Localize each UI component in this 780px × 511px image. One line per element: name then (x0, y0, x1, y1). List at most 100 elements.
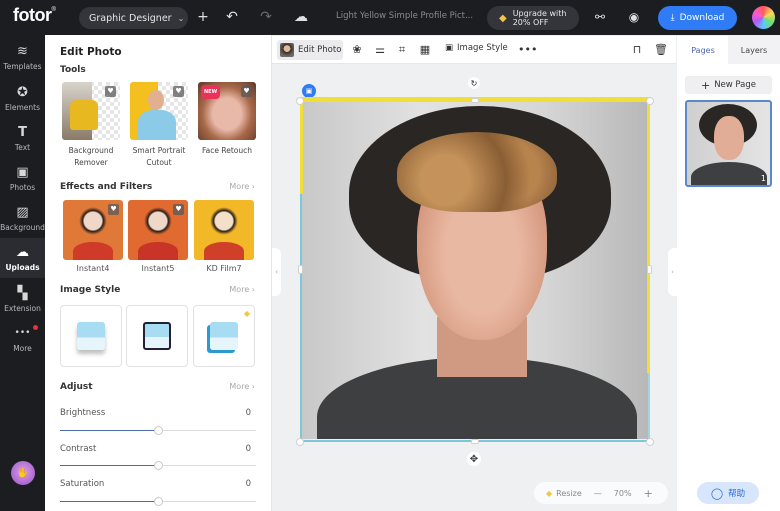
plus-icon: + (700, 78, 711, 92)
nav-templates[interactable]: ≋ Templates (0, 37, 45, 77)
contrast-slider[interactable] (60, 461, 256, 470)
resize-handle-top[interactable] (471, 98, 479, 103)
collapse-left-panel[interactable]: ‹ (272, 248, 281, 296)
image-style-shadow[interactable] (60, 305, 122, 367)
upgrade-button[interactable]: ◆ Upgrade with 20% OFF (487, 6, 579, 30)
effects-more-link[interactable]: More › (229, 182, 255, 191)
nav-label: Uploads (5, 262, 40, 272)
favorite-icon[interactable]: ♥ (173, 86, 184, 97)
preview-eye-icon[interactable]: ◉ (626, 9, 642, 25)
share-icon[interactable]: ⚯ (592, 9, 608, 25)
filter-kd-film7[interactable]: KD Film7 (194, 200, 254, 273)
cloud-saved-icon[interactable]: ☁ (293, 9, 309, 25)
resize-handle-bottom[interactable] (471, 439, 479, 444)
image-style-border[interactable] (126, 305, 188, 367)
image-style-more-link[interactable]: More › (229, 285, 255, 294)
download-icon: ⤓ (670, 13, 675, 23)
cloud-upload-icon: ☁ (16, 244, 29, 260)
nav-text[interactable]: T Text (0, 118, 45, 158)
nav-background[interactable]: ▨ Background (0, 198, 45, 238)
tab-layers[interactable]: Layers (728, 36, 780, 64)
edit-photo-button[interactable]: Edit Photo (277, 40, 343, 60)
contrast-row: Contrast 0 (60, 444, 256, 454)
tool-face-retouch[interactable]: NEW ♥ Face Retouch (198, 82, 256, 157)
new-page-button[interactable]: + New Page (685, 76, 772, 94)
crop-icon[interactable]: ⌗ (395, 43, 409, 57)
resize-handle-bottom-right[interactable] (646, 438, 654, 446)
nav-elements[interactable]: ✪ Elements (0, 78, 45, 118)
redo-icon[interactable]: ↷ (258, 9, 274, 25)
nav-more[interactable]: ••• More (0, 319, 45, 359)
edit-photo-panel: Edit Photo Tools ♥ Background Remover ♥ … (45, 35, 272, 511)
zoom-level[interactable]: 70% (614, 489, 632, 498)
tool-label-line1: Face Retouch (202, 146, 252, 155)
resize-button[interactable]: Resize (556, 489, 582, 498)
brightness-value[interactable]: 0 (246, 408, 251, 418)
star-circle-icon: ✪ (17, 84, 28, 100)
favorite-icon[interactable]: ♥ (241, 86, 252, 97)
slider-knob[interactable] (154, 497, 163, 506)
contrast-value[interactable]: 0 (246, 444, 251, 454)
effects-title: Effects and Filters (60, 182, 153, 192)
undo-icon[interactable]: ↶ (224, 9, 240, 25)
zoom-in-icon[interactable]: + (644, 487, 653, 500)
saturation-slider[interactable] (60, 497, 256, 506)
tab-pages[interactable]: Pages (677, 36, 729, 64)
top-bar: fotor® Graphic Designer ⌄ + ↶ ↷ ☁ Light … (0, 0, 780, 35)
move-handle-icon[interactable]: ✥ (467, 452, 481, 466)
zoom-out-icon[interactable]: — (594, 489, 602, 498)
nav-label: Photos (9, 182, 36, 192)
slider-knob[interactable] (154, 426, 163, 435)
resize-handle-top-right[interactable] (646, 97, 654, 105)
help-button[interactable]: ◯ 帮助 (697, 482, 759, 504)
more-options-icon[interactable]: ••• (518, 43, 537, 56)
resize-handle-bottom-left[interactable] (296, 438, 304, 446)
resize-handle-top-left[interactable] (296, 97, 304, 105)
filter-instant5[interactable]: ♥ Instant5 (128, 200, 188, 273)
image-style-button[interactable]: ▣ Image Style (445, 43, 508, 53)
page-thumbnail[interactable]: 1 (685, 100, 772, 187)
favorite-icon[interactable]: ♥ (173, 204, 184, 215)
slider-knob[interactable] (154, 461, 163, 470)
resize-handle-right[interactable] (647, 265, 652, 274)
brightness-slider[interactable] (60, 426, 256, 435)
image-style-offset[interactable]: ◆ (193, 305, 255, 367)
trash-icon[interactable]: 🗑 (654, 43, 668, 56)
filter-circles-icon[interactable]: ❀ (350, 43, 364, 56)
document-title[interactable]: Light Yellow Simple Profile Pict... (336, 11, 473, 21)
page-number: 1 (760, 174, 766, 183)
image-replace-icon[interactable]: ▣ (302, 84, 316, 98)
photo-thumbnail-icon (280, 43, 294, 57)
filter-instant4[interactable]: ♥ Instant4 (63, 200, 123, 273)
fotor-logo[interactable]: fotor® (13, 5, 56, 26)
tool-smart-portrait-cutout[interactable]: ♥ Smart Portrait Cutout (130, 82, 188, 169)
download-button[interactable]: ⤓ Download (658, 6, 737, 30)
chevron-right-icon: › (671, 268, 674, 276)
transparency-icon[interactable]: ▦ (418, 43, 432, 56)
nav-photos[interactable]: ▣ Photos (0, 158, 45, 198)
selected-photo[interactable] (296, 97, 654, 446)
brightness-label: Brightness (60, 408, 106, 418)
favorite-icon[interactable]: ♥ (105, 86, 116, 97)
download-label: Download (679, 13, 725, 23)
smart-portrait-thumb: ♥ (130, 82, 188, 140)
style-preview (77, 322, 105, 350)
plus-icon[interactable]: + (195, 9, 211, 25)
resize-handle-left[interactable] (298, 265, 303, 274)
adjust-sliders-icon[interactable]: ⚌ (373, 43, 387, 56)
favorite-icon[interactable]: ♥ (108, 204, 119, 215)
portrait-image (302, 102, 648, 439)
collapse-right-panel[interactable]: › (668, 248, 677, 296)
voice-assistant-button[interactable]: ✋ (11, 461, 35, 485)
saturation-value[interactable]: 0 (246, 479, 251, 489)
tool-background-remover[interactable]: ♥ Background Remover (62, 82, 120, 169)
rotate-handle-icon[interactable]: ↻ (468, 77, 480, 89)
nav-uploads[interactable]: ☁ Uploads (0, 238, 45, 278)
adjust-more-link[interactable]: More › (229, 382, 255, 391)
user-avatar[interactable] (752, 6, 775, 29)
lock-icon[interactable]: ⊓ (630, 43, 644, 56)
nav-extension[interactable]: ▚ Extension (0, 279, 45, 319)
tool-label-line1: Background (68, 146, 114, 155)
zoom-controls: ◆ Resize — 70% + (534, 482, 668, 504)
workspace-select[interactable]: Graphic Designer ⌄ (79, 7, 188, 29)
